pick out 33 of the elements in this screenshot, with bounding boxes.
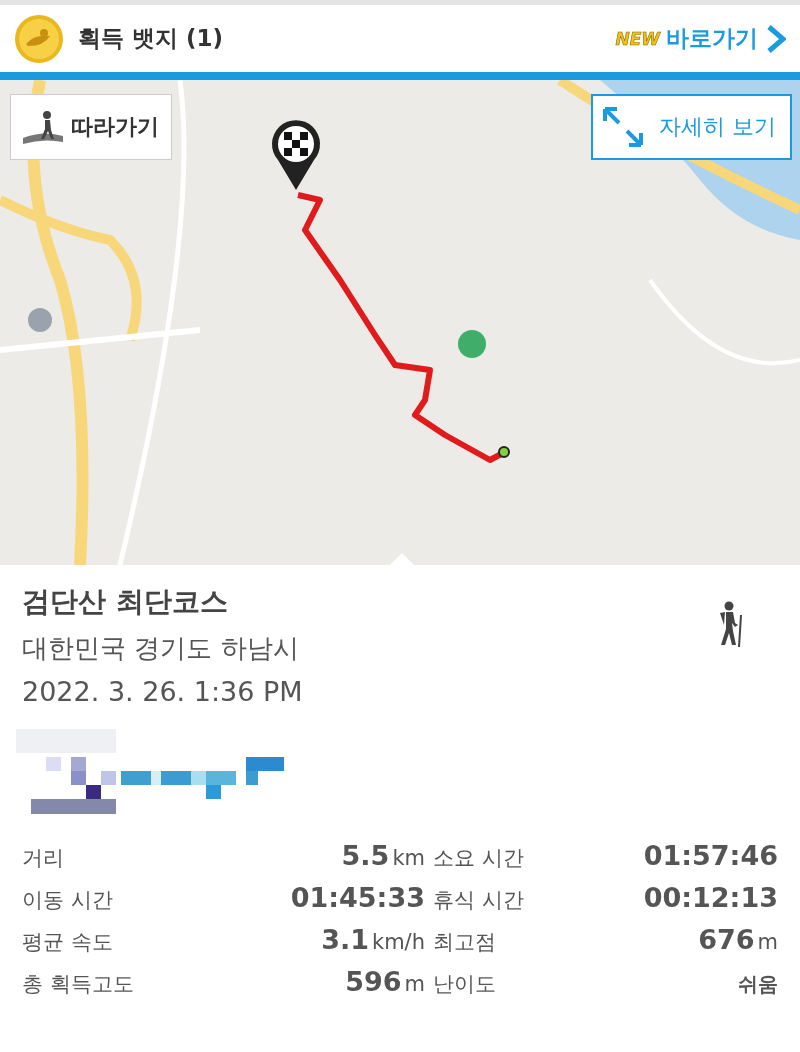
- stat-value: 01:45:33: [290, 882, 425, 913]
- stat-unit: km/h: [372, 930, 425, 954]
- stat-label: 휴식 시간: [433, 887, 525, 914]
- stat-value: 3.1: [321, 924, 369, 955]
- badge-title: 획득 뱃지 (1): [78, 24, 224, 53]
- detail-view-button[interactable]: 자세히 보기: [591, 94, 792, 160]
- stat-value: 676: [698, 924, 755, 955]
- stat-value: 01:57:46: [643, 840, 778, 871]
- stat-unit: m: [404, 972, 425, 996]
- course-title: 검단산 최단코스: [22, 584, 229, 620]
- stat-label: 난이도: [433, 971, 497, 998]
- chevron-right-icon[interactable]: [766, 24, 786, 53]
- stat-label: 최고점: [433, 929, 497, 956]
- stat-value: 쉬움: [738, 972, 778, 996]
- follow-button[interactable]: 따라가기: [10, 94, 172, 160]
- stat-value: 596: [345, 966, 402, 997]
- stat-label: 평균 속도: [22, 929, 114, 956]
- new-label: NEW: [615, 28, 660, 49]
- expand-icon: [601, 105, 645, 149]
- stat-label: 소요 시간: [433, 845, 525, 872]
- pointer-notch: [390, 553, 414, 565]
- stat-unit: m: [757, 930, 778, 954]
- hiker-icon: [23, 110, 63, 144]
- badge-medal-icon: [14, 13, 64, 64]
- stat-value: 5.5: [341, 840, 390, 871]
- course-date: 2022. 3. 26. 1:36 PM: [22, 676, 303, 707]
- shortcut-link[interactable]: 바로가기: [666, 23, 758, 54]
- stat-label: 이동 시간: [22, 887, 114, 914]
- course-location: 대한민국 경기도 하남시: [22, 632, 300, 665]
- stat-label: 거리: [22, 845, 65, 872]
- stat-unit: km: [392, 846, 425, 870]
- stat-value: 00:12:13: [643, 882, 778, 913]
- stat-label: 총 획득고도: [22, 971, 135, 998]
